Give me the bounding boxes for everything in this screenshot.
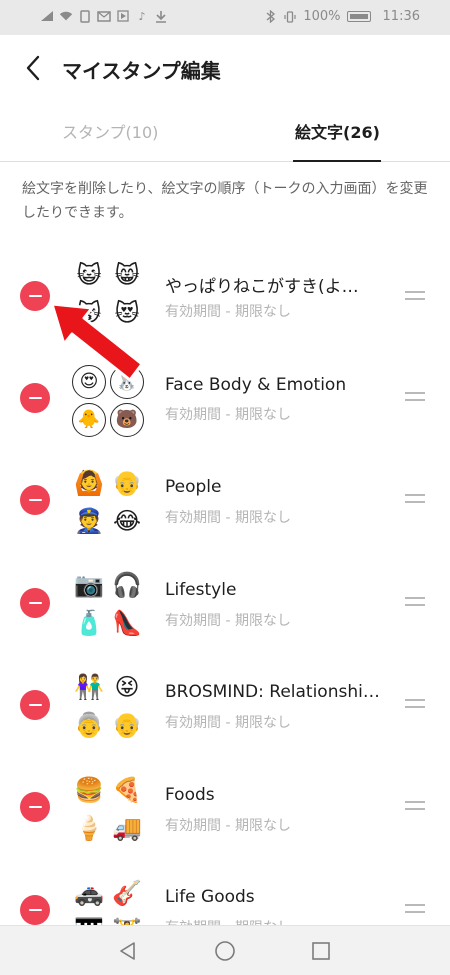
square-recents-icon [312, 942, 330, 960]
item-validity: 有効期間 - 期限なし [165, 818, 291, 834]
emoji-thumbnail: 🙆 👴 👮 😂 [72, 466, 144, 538]
nav-recents-button[interactable] [309, 939, 333, 963]
nav-back-button[interactable] [116, 939, 140, 963]
page-title: マイスタンプ編集 [62, 59, 221, 83]
tab-bar: スタンプ(10) 絵文字(26) [0, 101, 450, 162]
list-item: 🙆 👴 👮 😂 People 有効期間 - 期限なし [0, 446, 450, 549]
emoji-icon: 👴 [112, 711, 142, 739]
emoji-icon: 🍕 [112, 776, 142, 804]
emoji-icon: 🐻 [110, 403, 144, 437]
drag-handle-icon[interactable] [405, 903, 425, 915]
emoji-icon: 😺 [76, 261, 102, 289]
emoji-icon: 😂 [112, 507, 142, 535]
drag-handle-icon[interactable] [405, 391, 425, 403]
header: マイスタンプ編集 [0, 35, 450, 101]
emoji-icon: 🍦 [74, 814, 104, 842]
download-icon [154, 9, 168, 23]
emoji-icon: 👠 [112, 609, 142, 637]
emoji-icon: 😝 [114, 673, 140, 701]
drag-handle-icon[interactable] [405, 493, 425, 505]
drag-handle-icon[interactable] [405, 698, 425, 710]
emoji-icon: 🙆 [74, 469, 104, 497]
back-button[interactable] [18, 52, 48, 84]
wifi-icon [59, 9, 73, 23]
mail-icon [97, 9, 111, 23]
item-validity: 有効期間 - 期限なし [165, 715, 291, 731]
delete-button[interactable] [20, 383, 50, 413]
emoji-icon: 😸 [114, 261, 140, 289]
circle-home-icon [215, 941, 235, 961]
list-item: 🍔 🍕 🍦 🚚 Foods 有効期間 - 期限なし [0, 755, 450, 858]
emoji-icon: 🍔 [74, 776, 104, 804]
navigation-bar [0, 925, 450, 975]
clock: 11:36 [382, 9, 420, 24]
tab-emoji[interactable]: 絵文字(26) [295, 119, 380, 143]
active-tab-indicator [293, 160, 381, 162]
delete-button[interactable] [20, 281, 50, 311]
annotation-arrow-icon [50, 302, 144, 382]
list-item: 📷 🎧 🧴 👠 Lifestyle 有効期間 - 期限なし [0, 549, 450, 652]
play-icon [116, 9, 130, 23]
item-name: Lifestyle [165, 580, 237, 600]
status-bar: ♪ 100% 11:36 [0, 0, 450, 35]
delete-button[interactable] [20, 792, 50, 822]
item-validity: 有効期間 - 期限なし [165, 407, 291, 423]
item-validity: 有効期間 - 期限なし [165, 304, 291, 320]
item-name: Face Body & Emotion [165, 375, 347, 395]
delete-button[interactable] [20, 588, 50, 618]
battery-icon [346, 11, 371, 22]
drag-handle-icon[interactable] [405, 596, 425, 608]
triangle-back-icon [120, 942, 135, 960]
signal-icon [40, 9, 54, 23]
delete-button[interactable] [20, 690, 50, 720]
emoji-icon: 🧴 [74, 609, 104, 637]
status-icons: ♪ [40, 9, 168, 23]
emoji-thumbnail: 🍔 🍕 🍦 🚚 [72, 773, 144, 845]
item-name: Foods [165, 785, 215, 805]
emoji-thumbnail: 👫 😝 👵 👴 [72, 670, 144, 742]
emoji-icon: 🚓 [74, 879, 104, 907]
drag-handle-icon[interactable] [405, 800, 425, 812]
vibrate-icon [283, 10, 297, 24]
delete-button[interactable] [20, 895, 50, 925]
item-name: Life Goods [165, 887, 255, 907]
emoji-thumbnail: 📷 🎧 🧴 👠 [72, 568, 144, 640]
item-name: People [165, 477, 222, 497]
emoji-icon: 🚚 [112, 814, 142, 842]
emoji-icon: 📷 [74, 571, 104, 599]
item-validity: 有効期間 - 期限なし [165, 510, 291, 526]
emoji-icon: 🎸 [112, 879, 142, 907]
notification-icon [78, 9, 92, 23]
item-name: BROSMIND: Relationshi… [165, 682, 380, 702]
drag-handle-icon[interactable] [405, 290, 425, 302]
status-system: 100% 11:36 [263, 9, 420, 24]
battery-percent: 100% [303, 9, 341, 24]
delete-button[interactable] [20, 485, 50, 515]
nav-home-button[interactable] [213, 939, 237, 963]
emoji-icon: 🐥 [72, 403, 106, 437]
list-item: 👫 😝 👵 👴 BROSMIND: Relationshi… 有効期間 - 期限… [0, 652, 450, 755]
bluetooth-icon [263, 10, 277, 24]
emoji-icon: 👵 [74, 711, 104, 739]
description-text: 絵文字を削除したり、絵文字の順序（トークの入力画面）を変更したりできます。 [22, 181, 428, 221]
emoji-icon: 👫 [74, 673, 104, 701]
chevron-left-icon [26, 55, 40, 81]
music-icon: ♪ [138, 9, 146, 23]
tab-stamps[interactable]: スタンプ(10) [62, 119, 158, 143]
item-validity: 有効期間 - 期限なし [165, 613, 291, 629]
emoji-icon: 👴 [112, 469, 142, 497]
item-name: やっぱりねこがすき(よ… [165, 277, 359, 297]
emoji-icon: 🎧 [112, 571, 142, 599]
emoji-icon: 👮 [74, 507, 104, 535]
